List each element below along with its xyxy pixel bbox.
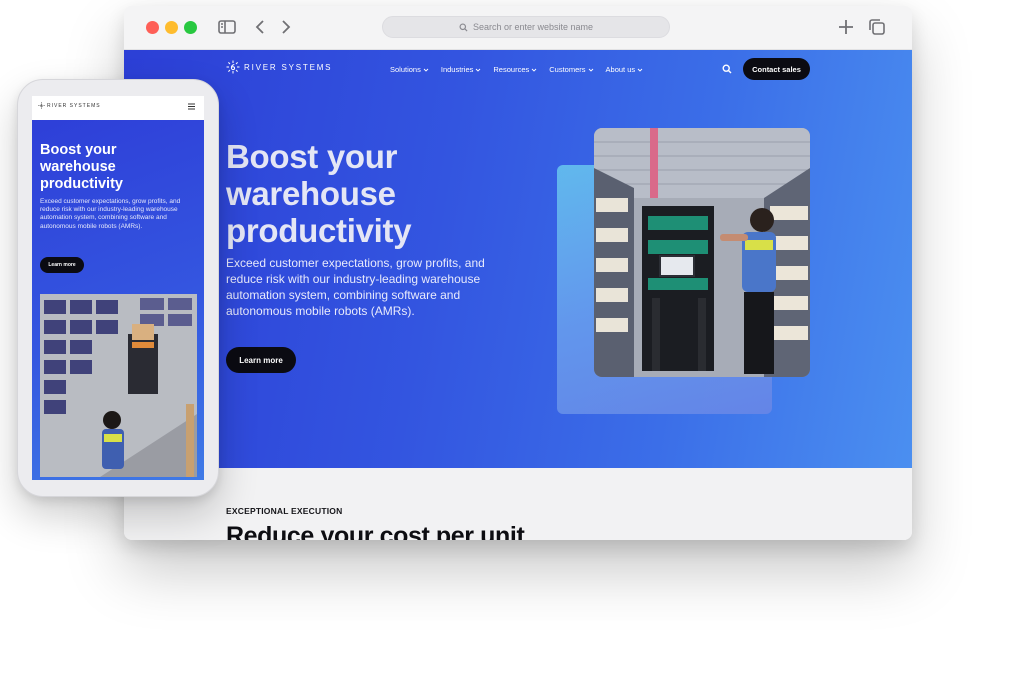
logo-mark-icon: [226, 60, 240, 74]
minimize-window-button[interactable]: [165, 21, 178, 34]
nav-item-about-us[interactable]: About us: [606, 65, 644, 74]
address-placeholder: Search or enter website name: [472, 22, 594, 32]
logo-text: RIVER SYSTEMS: [244, 62, 333, 72]
mobile-device: RIVER SYSTEMS Boost your warehouse produ…: [17, 79, 219, 497]
mobile-hero-description: Exceed customer expectations, grow profi…: [40, 198, 181, 230]
mobile-logo[interactable]: RIVER SYSTEMS: [38, 102, 101, 109]
hamburger-menu-icon[interactable]: [187, 102, 196, 111]
chevron-down-icon: [476, 68, 481, 72]
mobile-screen: RIVER SYSTEMS Boost your warehouse produ…: [32, 96, 204, 480]
chevron-down-icon: [637, 68, 643, 72]
browser-window: Search or enter website name RIVER SYSTE…: [124, 6, 912, 540]
browser-toolbar: Search or enter website name: [124, 6, 912, 50]
nav-item-industries[interactable]: Industries: [441, 65, 482, 74]
new-tab-plus-icon[interactable]: [835, 16, 857, 38]
chevron-down-icon: [531, 68, 537, 72]
maximize-window-button[interactable]: [184, 21, 197, 34]
logo-mark-icon: [38, 102, 45, 109]
mobile-hero: Boost your warehouse productivity Exceed…: [32, 120, 204, 480]
nav-label: Industries: [440, 65, 474, 74]
sidebar-icon[interactable]: [216, 16, 238, 38]
search-icon: [459, 22, 468, 32]
section-title: Reduce your cost per unit: [226, 522, 525, 540]
showcase-stage: Search or enter website name RIVER SYSTE…: [0, 0, 1024, 696]
chevron-down-icon: [423, 68, 429, 72]
mobile-learn-more-button[interactable]: Learn more: [40, 257, 84, 273]
main-nav: Solutions Industries Resources Customers: [390, 65, 643, 74]
web-page: RIVER SYSTEMS Solutions Industries Resou…: [124, 50, 912, 540]
back-arrow-icon[interactable]: [250, 16, 272, 38]
learn-more-button[interactable]: Learn more: [226, 347, 296, 373]
warehouse-worker-photo: [594, 128, 810, 377]
close-window-button[interactable]: [146, 21, 159, 34]
forward-arrow-icon[interactable]: [274, 16, 296, 38]
contact-sales-button[interactable]: Contact sales: [743, 58, 810, 80]
nav-label: Solutions: [390, 65, 421, 74]
nav-label: Customers: [549, 65, 586, 74]
warehouse-robot-photo: [40, 294, 197, 477]
nav-item-customers[interactable]: Customers: [549, 65, 593, 74]
hero-section: RIVER SYSTEMS Solutions Industries Resou…: [124, 50, 912, 468]
mobile-hero-title: Boost your warehouse productivity: [40, 142, 123, 192]
site-logo[interactable]: RIVER SYSTEMS: [226, 60, 332, 74]
section-eyebrow: EXCEPTIONAL EXECUTION: [226, 506, 343, 516]
nav-item-solutions[interactable]: Solutions: [390, 65, 429, 74]
hero-description: Exceed customer expectations, grow profi…: [226, 256, 485, 318]
address-bar[interactable]: Search or enter website name: [382, 16, 670, 38]
mobile-header: RIVER SYSTEMS: [32, 96, 204, 120]
nav-label: Resources: [493, 65, 530, 74]
chevron-down-icon: [588, 68, 593, 72]
nav-item-resources[interactable]: Resources: [493, 65, 537, 74]
nav-label: About us: [605, 65, 636, 74]
tab-overview-icon[interactable]: [866, 16, 888, 38]
execution-section: EXCEPTIONAL EXECUTION Reduce your cost p…: [124, 468, 912, 540]
mobile-logo-text: RIVER SYSTEMS: [47, 102, 101, 109]
hero-title: Boost your warehouse productivity: [226, 138, 412, 249]
site-search-icon[interactable]: [722, 64, 732, 74]
